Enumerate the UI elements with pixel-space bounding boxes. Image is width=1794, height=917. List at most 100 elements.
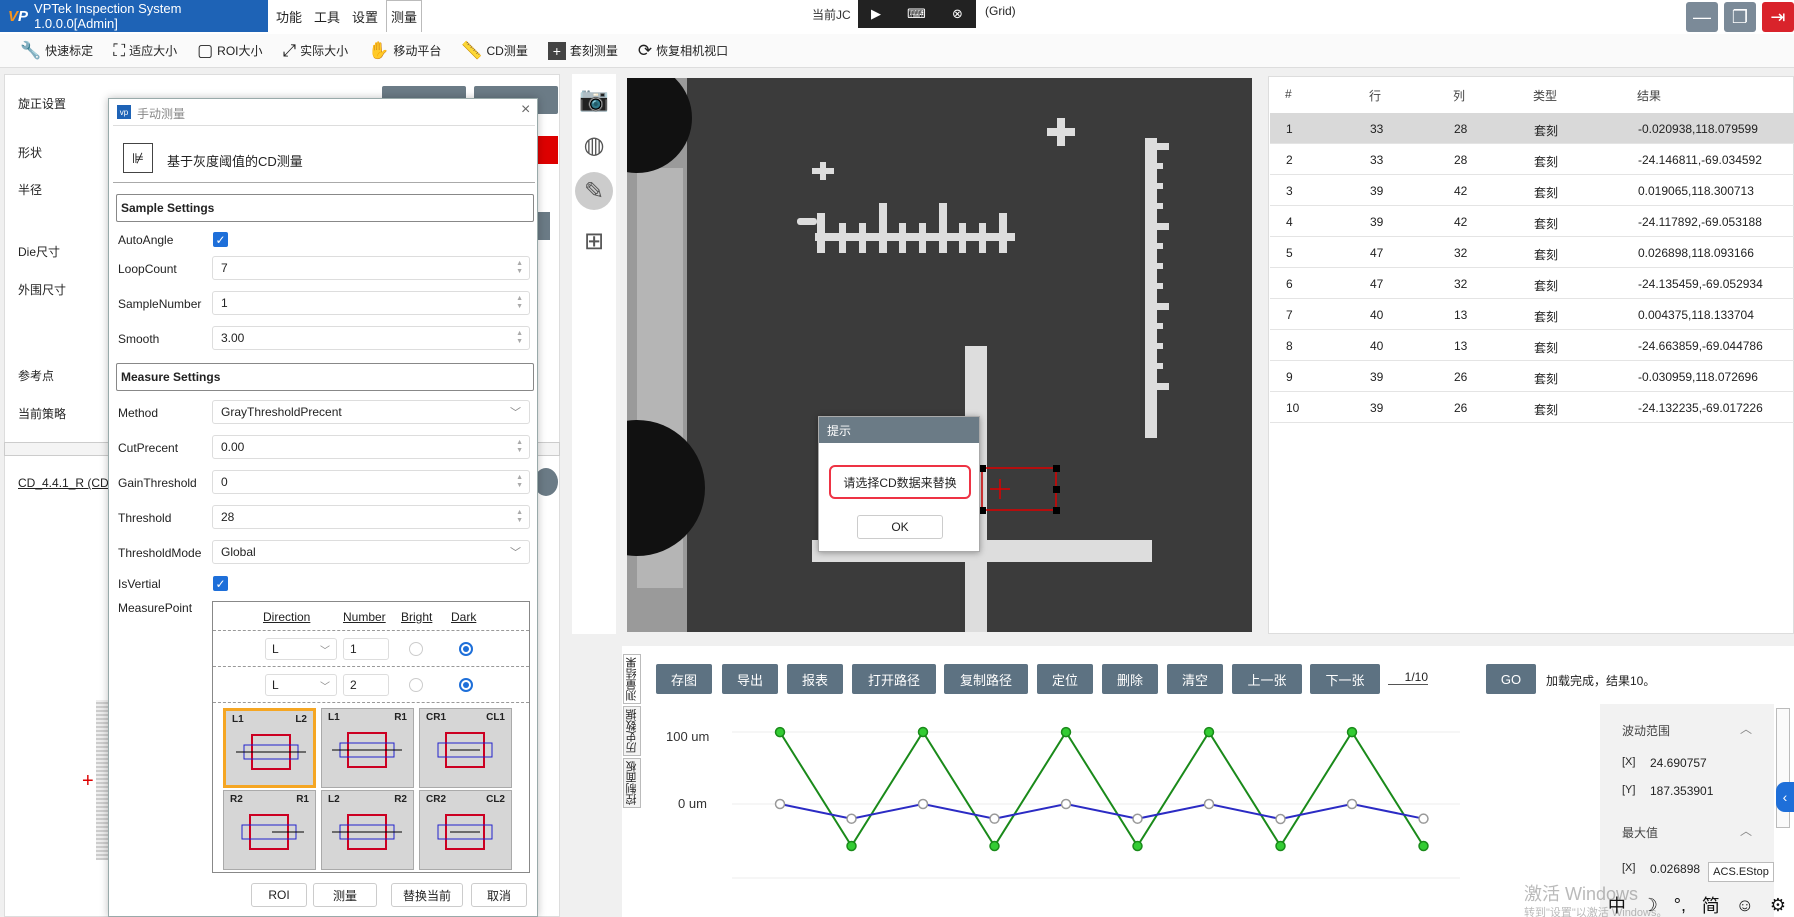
clear-button[interactable]: 清空: [1167, 664, 1223, 694]
delete-button[interactable]: 删除: [1102, 664, 1158, 694]
direction-select[interactable]: L ﹀: [265, 638, 337, 660]
camera-icon[interactable]: 📷: [575, 80, 613, 118]
mode-cr2-cl2[interactable]: CR2 CL2: [419, 790, 512, 870]
data-point[interactable]: [846, 813, 857, 824]
ok-button[interactable]: OK: [857, 515, 943, 539]
direction-select[interactable]: L ﹀: [265, 674, 337, 696]
isvertial-checkbox[interactable]: ✓: [213, 576, 228, 591]
mode-l1-l2[interactable]: L1 L2: [223, 708, 316, 788]
table-row[interactable]: 7 40 13 套刻 0.004375,118.133704: [1270, 299, 1794, 330]
menu-tools[interactable]: 工具: [310, 0, 344, 32]
left-side-button[interactable]: [536, 212, 550, 240]
fit-size-button[interactable]: ⛶ 适应大小: [105, 37, 185, 65]
number-input[interactable]: 2: [343, 674, 389, 696]
data-point[interactable]: [989, 840, 1000, 852]
report-button[interactable]: 报表: [787, 664, 843, 694]
mode-l1-r1[interactable]: L1 R1: [321, 708, 414, 788]
tab-control-panel[interactable]: 控制面板: [623, 758, 641, 808]
data-point[interactable]: [989, 813, 1000, 824]
minimize-icon[interactable]: —: [1686, 2, 1718, 32]
table-row[interactable]: 2 33 28 套刻 -24.146811,-69.034592: [1270, 144, 1794, 175]
emoji-icon[interactable]: ☺: [1736, 895, 1754, 916]
spin-icon[interactable]: ▲ ▼: [516, 509, 523, 525]
moon-icon[interactable]: ☽: [1642, 895, 1658, 916]
menu-measure[interactable]: 测量: [386, 0, 422, 32]
spin-icon[interactable]: ▲ ▼: [516, 330, 523, 346]
roi-button[interactable]: ROI: [251, 883, 307, 907]
spin-icon[interactable]: ▲ ▼: [516, 474, 523, 490]
simplified-icon[interactable]: 简: [1702, 892, 1720, 917]
data-point[interactable]: [1203, 726, 1215, 738]
restore-viewport-button[interactable]: ⟳ 恢复相机视口: [630, 37, 736, 65]
data-point[interactable]: [774, 726, 786, 738]
cd-recipe-link[interactable]: CD_4.4.1_R (CD): [18, 476, 113, 490]
ime-chinese-icon[interactable]: 中: [1608, 892, 1626, 917]
mode-r2-r1[interactable]: R2 R1: [223, 790, 316, 870]
tab-history[interactable]: 历史数据: [623, 706, 641, 756]
tab-measure-results[interactable]: 测量结果: [623, 654, 641, 704]
restore-icon[interactable]: ❐: [1724, 2, 1756, 32]
open-path-button[interactable]: 打开路径: [852, 664, 936, 694]
table-row[interactable]: 6 47 32 套刻 -24.135459,-69.052934: [1270, 268, 1794, 299]
autoangle-checkbox[interactable]: ✓: [213, 232, 228, 247]
go-button[interactable]: GO: [1486, 664, 1536, 694]
dark-radio[interactable]: [459, 678, 473, 692]
data-point[interactable]: [774, 798, 786, 810]
play-icon[interactable]: ▶: [871, 6, 881, 22]
thresholdmode-select[interactable]: Global ﹀: [212, 540, 530, 564]
wafer-icon[interactable]: ◍: [575, 126, 613, 164]
data-point[interactable]: [1346, 726, 1358, 738]
dialog-close-icon[interactable]: ×: [521, 101, 530, 119]
smooth-input[interactable]: 3.00 ▲ ▼: [212, 326, 530, 350]
data-point[interactable]: [917, 726, 929, 738]
menu-function[interactable]: 功能: [272, 0, 306, 32]
data-point[interactable]: [1132, 840, 1143, 852]
spin-icon[interactable]: ▲ ▼: [516, 260, 523, 276]
data-point[interactable]: [1060, 798, 1072, 810]
copy-path-button[interactable]: 复制路径: [944, 664, 1028, 694]
data-point[interactable]: [1275, 813, 1286, 825]
move-stage-button[interactable]: ✋ 移动平台: [360, 37, 449, 65]
settings-gear-icon[interactable]: ⚙: [1770, 895, 1786, 916]
data-point[interactable]: [1275, 840, 1286, 852]
bright-radio[interactable]: [409, 642, 423, 656]
measure-button[interactable]: 测量: [313, 883, 377, 907]
prev-button[interactable]: 上一张: [1232, 664, 1302, 694]
table-row[interactable]: 3 39 42 套刻 0.019065,118.300713: [1270, 175, 1794, 206]
bright-radio[interactable]: [409, 678, 423, 692]
method-select[interactable]: GrayThresholdPrecent ﹀: [212, 400, 530, 424]
chevron-up-icon[interactable]: ︿: [1740, 822, 1752, 839]
data-point[interactable]: [1203, 798, 1215, 810]
replace-current-button[interactable]: 替换当前: [391, 883, 463, 907]
table-row[interactable]: 4 39 42 套刻 -24.117892,-69.053188: [1270, 206, 1794, 237]
mode-cr1-cl1[interactable]: CR1 CL1: [419, 708, 512, 788]
cancel-button[interactable]: 取消: [471, 883, 527, 907]
roi-size-button[interactable]: ▢ ROI大小: [189, 37, 270, 65]
data-point[interactable]: [1346, 798, 1358, 810]
keyboard-icon[interactable]: ⌨: [907, 6, 926, 22]
left-red-button[interactable]: [536, 136, 558, 164]
measure-tool-icon[interactable]: ✎: [575, 172, 613, 210]
data-point[interactable]: [1418, 840, 1429, 852]
number-input[interactable]: 1: [343, 638, 389, 660]
locate-button[interactable]: 定位: [1037, 664, 1093, 694]
cutprecent-input[interactable]: 0.00 ▲ ▼: [212, 435, 530, 459]
table-row[interactable]: 10 39 26 套刻 -24.132235,-69.017226: [1270, 392, 1794, 423]
chevron-up-icon[interactable]: ︿: [1740, 720, 1752, 737]
collapse-icon[interactable]: ‹: [1776, 782, 1794, 812]
spin-icon[interactable]: ▲ ▼: [516, 295, 523, 311]
punctuation-icon[interactable]: °,: [1674, 895, 1686, 916]
wafer-list-icon[interactable]: ⊞: [575, 222, 613, 260]
mode-l2-r2[interactable]: L2 R2: [321, 790, 414, 870]
table-row[interactable]: 1 33 28 套刻 -0.020938,118.079599: [1270, 113, 1794, 144]
loopcount-input[interactable]: 7 ▲ ▼: [212, 256, 530, 280]
data-point[interactable]: [1060, 726, 1072, 738]
save-image-button[interactable]: 存图: [656, 664, 712, 694]
quick-calibrate-button[interactable]: 🔧 快速标定: [12, 37, 101, 65]
next-button[interactable]: 下一张: [1310, 664, 1380, 694]
threshold-input[interactable]: 28 ▲ ▼: [212, 505, 530, 529]
table-row[interactable]: 5 47 32 套刻 0.026898,118.093166: [1270, 237, 1794, 268]
table-row[interactable]: 9 39 26 套刻 -0.030959,118.072696: [1270, 361, 1794, 392]
data-point[interactable]: [1132, 813, 1143, 824]
dark-radio[interactable]: [459, 642, 473, 656]
